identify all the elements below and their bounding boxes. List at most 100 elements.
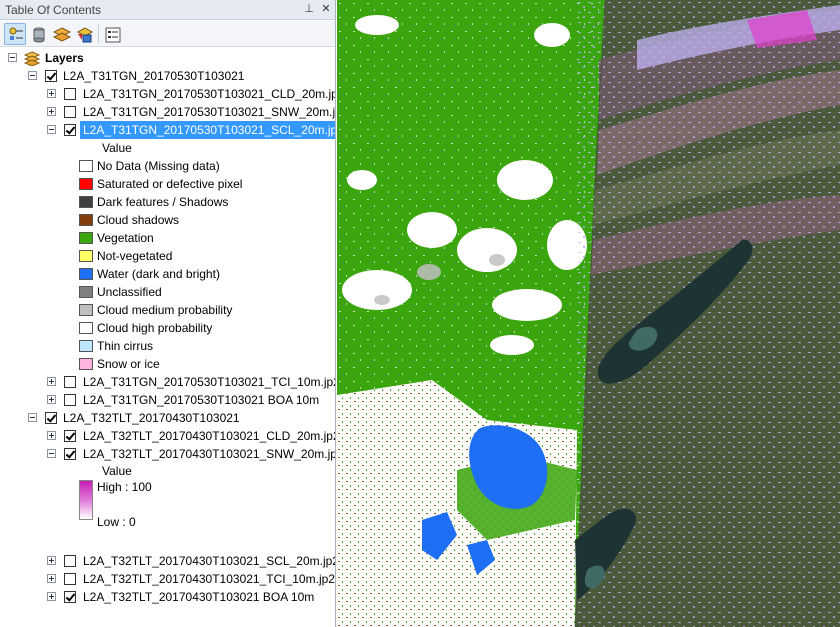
group-label: L2A_T32TLT_20170430T103021 [63, 411, 240, 425]
legend-class-label: Cloud high probability [97, 321, 213, 335]
list-by-visibility-icon[interactable] [50, 23, 72, 45]
map-canvas [337, 0, 840, 627]
layer-visibility-checkbox[interactable] [64, 591, 76, 603]
layer-row[interactable]: L2A_T31TGN_20170530T103021 BOA 10m [0, 391, 335, 409]
layer-row-selected[interactable]: L2A_T31TGN_20170530T103021_SCL_20m.jp2 [0, 120, 335, 140]
legend-class-label: Unclassified [97, 285, 162, 299]
layer-visibility-checkbox[interactable] [64, 88, 76, 100]
ramp-high-label: High : 100 [97, 480, 152, 494]
legend-swatch [79, 358, 93, 370]
legend-class-label: No Data (Missing data) [97, 159, 220, 173]
group-row-t32tlt[interactable]: L2A_T32TLT_20170430T103021 [0, 409, 335, 427]
legend-class-label: Cloud medium probability [97, 303, 233, 317]
expand-toggle[interactable] [47, 556, 56, 565]
legend-swatch [79, 250, 93, 262]
toolbar-separator [98, 25, 99, 43]
legend-swatch [79, 160, 93, 172]
layer-row[interactable]: L2A_T32TLT_20170430T103021 BOA 10m [0, 588, 335, 606]
expand-toggle[interactable] [47, 107, 56, 116]
legend-swatch [79, 268, 93, 280]
layer-visibility-checkbox[interactable] [64, 573, 76, 585]
legend-class-label: Not-vegetated [97, 249, 173, 263]
collapse-toggle[interactable] [47, 125, 56, 134]
legend-class: Cloud high probability [0, 319, 335, 337]
legend-swatch [79, 196, 93, 208]
expand-toggle[interactable] [47, 377, 56, 386]
legend-class: Thin cirrus [0, 337, 335, 355]
layer-label: L2A_T32TLT_20170430T103021_CLD_20m.jp2 [83, 429, 336, 443]
layer-label: L2A_T31TGN_20170530T103021_SCL_20m.jp2 [79, 120, 335, 140]
collapse-toggle[interactable] [28, 71, 37, 80]
list-by-source-icon[interactable] [27, 23, 49, 45]
layer-label: L2A_T32TLT_20170430T103021 BOA 10m [83, 590, 315, 604]
collapse-toggle[interactable] [8, 53, 17, 62]
legend-class-label: Thin cirrus [97, 339, 154, 353]
layer-visibility-checkbox[interactable] [64, 430, 76, 442]
layer-row[interactable]: L2A_T32TLT_20170430T103021_CLD_20m.jp2 [0, 427, 336, 445]
legend-class-label: Vegetation [97, 231, 154, 245]
legend-value-heading: Value [102, 141, 132, 155]
layer-row[interactable]: L2A_T31TGN_20170530T103021_CLD_20m.jp2 [0, 85, 336, 103]
group-label: L2A_T31TGN_20170530T103021 [63, 69, 245, 83]
group-visibility-checkbox[interactable] [45, 70, 57, 82]
collapse-toggle[interactable] [28, 413, 37, 422]
pin-icon[interactable]: ⊥ [302, 2, 316, 16]
list-by-selection-icon[interactable] [73, 23, 95, 45]
list-by-drawing-order-icon[interactable] [4, 23, 26, 45]
group-row-t31tgn[interactable]: L2A_T31TGN_20170530T103021 [0, 67, 335, 85]
legend-class-label: Dark features / Shadows [97, 195, 229, 209]
layer-label: L2A_T32TLT_20170430T103021_SCL_20m.jp2 [83, 554, 336, 568]
layer-row[interactable]: L2A_T31TGN_20170530T103021_TCI_10m.jp2 [0, 373, 336, 391]
ramp-low-label: Low : 0 [97, 515, 136, 529]
layer-label: L2A_T31TGN_20170530T103021_SNW_20m.jp2 [83, 105, 336, 119]
expand-toggle[interactable] [47, 592, 56, 601]
layer-visibility-checkbox[interactable] [64, 394, 76, 406]
close-icon[interactable]: ✕ [319, 2, 333, 16]
legend-class: Unclassified [0, 283, 335, 301]
legend-swatch [79, 214, 93, 226]
legend-swatch [79, 178, 93, 190]
legend-swatch [79, 232, 93, 244]
layer-label: L2A_T31TGN_20170530T103021_TCI_10m.jp2 [83, 375, 336, 389]
layers-icon [24, 51, 40, 66]
legend-class-label: Saturated or defective pixel [97, 177, 243, 191]
legend-class: Dark features / Shadows [0, 193, 335, 211]
layer-label: L2A_T32TLT_20170430T103021_TCI_10m.jp2 [83, 572, 335, 586]
layer-row[interactable]: L2A_T32TLT_20170430T103021_SCL_20m.jp2 [0, 552, 336, 570]
color-ramp-swatch [79, 480, 93, 520]
expand-toggle[interactable] [47, 574, 56, 583]
layer-visibility-checkbox[interactable] [64, 124, 76, 136]
legend-class: Vegetation [0, 229, 335, 247]
legend-class-label: Cloud shadows [97, 213, 180, 227]
layer-label: L2A_T31TGN_20170530T103021 BOA 10m [83, 393, 320, 407]
options-icon[interactable] [101, 23, 123, 45]
legend-class: Saturated or defective pixel [0, 175, 335, 193]
legend-class: Snow or ice [0, 355, 335, 373]
expand-toggle[interactable] [47, 395, 56, 404]
legend-swatch [79, 340, 93, 352]
layer-visibility-checkbox[interactable] [64, 555, 76, 567]
tree-root-row[interactable]: Layers [0, 49, 335, 67]
collapse-toggle[interactable] [47, 449, 56, 458]
layer-visibility-checkbox[interactable] [64, 376, 76, 388]
expand-toggle[interactable] [47, 89, 56, 98]
table-of-contents-panel: Table Of Contents ⊥ ✕ Layers L2A_T31TGN_… [0, 0, 336, 627]
panel-title: Table Of Contents [5, 3, 102, 17]
expand-toggle[interactable] [47, 431, 56, 440]
legend-class: No Data (Missing data) [0, 157, 335, 175]
legend-class: Cloud medium probability [0, 301, 335, 319]
layer-row[interactable]: L2A_T32TLT_20170430T103021_SNW_20m.jp2 [0, 445, 336, 463]
tree-root-label: Layers [45, 51, 84, 65]
legend-class-label: Water (dark and bright) [97, 267, 220, 281]
map-view[interactable] [337, 0, 840, 627]
layer-row[interactable]: L2A_T32TLT_20170430T103021_TCI_10m.jp2 [0, 570, 335, 588]
legend-class: Cloud shadows [0, 211, 335, 229]
layer-visibility-checkbox[interactable] [64, 448, 76, 460]
layer-visibility-checkbox[interactable] [64, 106, 76, 118]
panel-title-bar: Table Of Contents ⊥ ✕ [0, 0, 335, 20]
layer-label: L2A_T32TLT_20170430T103021_SNW_20m.jp2 [83, 447, 336, 461]
group-visibility-checkbox[interactable] [45, 412, 57, 424]
legend-class: Not-vegetated [0, 247, 335, 265]
layer-row[interactable]: L2A_T31TGN_20170530T103021_SNW_20m.jp2 [0, 103, 336, 121]
layer-label: L2A_T31TGN_20170530T103021_CLD_20m.jp2 [83, 87, 336, 101]
